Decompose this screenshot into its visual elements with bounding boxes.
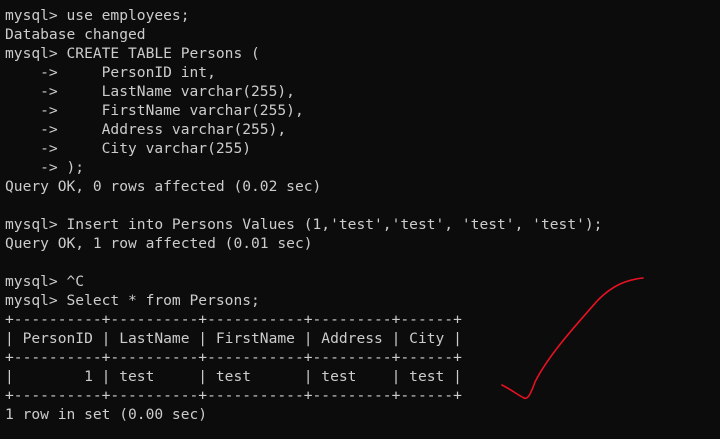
terminal-line: mysql> ^C [5,273,85,290]
result-table-border: +----------+----------+-----------+-----… [5,349,462,366]
terminal-line: mysql> use employees; [5,7,190,24]
terminal-line: mysql> CREATE TABLE Persons ( [5,45,260,62]
terminal-line: 1 row in set (0.00 sec) [5,406,208,423]
terminal-line: -> ); [5,159,85,176]
terminal-line: -> FirstName varchar(255), [5,102,304,119]
terminal-line: Query OK, 0 rows affected (0.02 sec) [5,178,322,195]
terminal-line: -> City varchar(255) [5,140,252,157]
terminal-line: -> Address varchar(255), [5,121,287,138]
terminal-line: mysql> Insert into Persons Values (1,'te… [5,216,603,233]
result-table-border: +----------+----------+-----------+-----… [5,387,462,404]
result-table-header: | PersonID | LastName | FirstName | Addr… [5,330,462,347]
terminal-line: -> LastName varchar(255), [5,83,295,100]
result-table-border: +----------+----------+-----------+-----… [5,311,462,328]
terminal-window[interactable]: mysql> use employees; Database changed m… [0,0,720,439]
terminal-line: Database changed [5,26,146,43]
terminal-output: mysql> use employees; Database changed m… [5,0,602,424]
terminal-line: mysql> Select * from Persons; [5,292,260,309]
terminal-line: Query OK, 1 row affected (0.01 sec) [5,235,313,252]
result-table-row: | 1 | test | test | test | test | [5,368,462,385]
terminal-line: -> PersonID int, [5,64,216,81]
